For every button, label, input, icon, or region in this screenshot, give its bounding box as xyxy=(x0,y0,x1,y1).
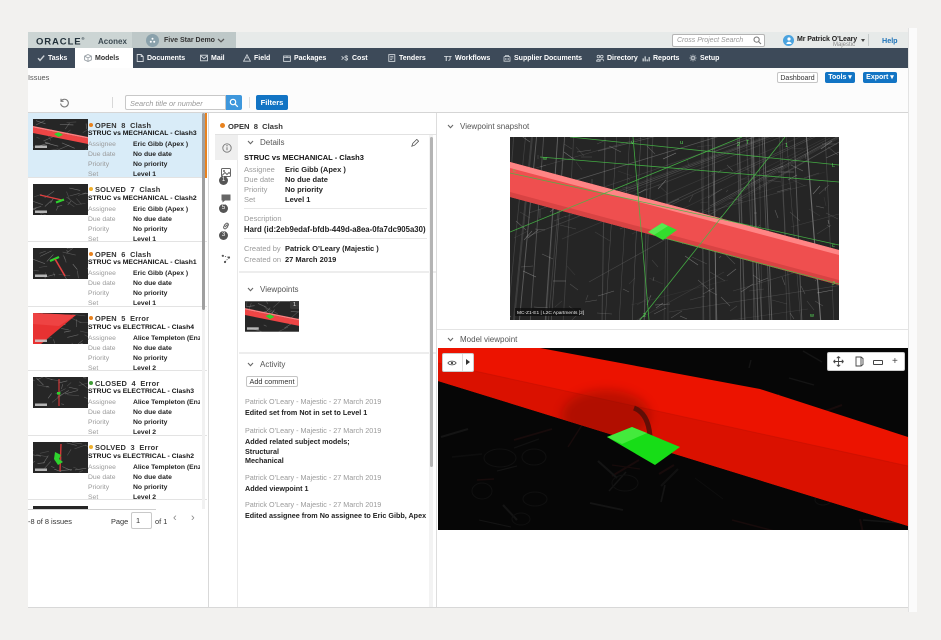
svg-text:c: c xyxy=(513,168,516,174)
svg-text:1: 1 xyxy=(785,143,788,149)
svg-text:w: w xyxy=(809,313,814,319)
svg-text:u: u xyxy=(680,140,683,146)
svg-text:2: 2 xyxy=(643,313,646,319)
svg-text:L: L xyxy=(832,163,835,169)
svg-text:2: 2 xyxy=(737,142,740,148)
svg-text:c: c xyxy=(832,243,835,249)
svg-text:J: J xyxy=(832,281,835,287)
svg-text:$: $ xyxy=(344,56,348,62)
svg-text:T: T xyxy=(444,54,449,62)
svg-text:v: v xyxy=(631,140,634,146)
svg-text:MC-Z1-E1 | L2C Apartments [2]: MC-Z1-E1 | L2C Apartments [2] xyxy=(517,310,584,316)
svg-text:w: w xyxy=(542,156,547,162)
